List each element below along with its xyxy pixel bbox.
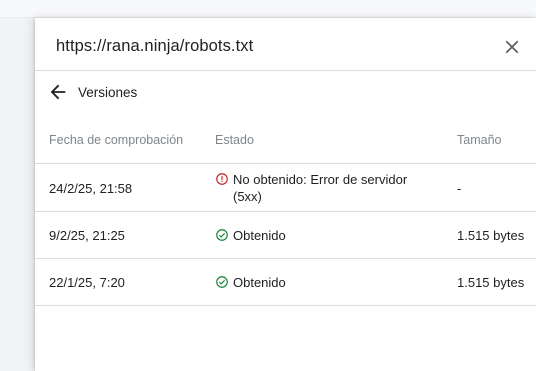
row-status-text: Obtenido [233, 228, 286, 243]
check-circle-icon [216, 276, 228, 288]
row-status-text: Obtenido [233, 275, 286, 290]
close-icon [505, 40, 519, 54]
check-circle-icon [216, 229, 228, 241]
row-date: 9/2/25, 21:25 [49, 228, 125, 243]
row-size: 1.515 bytes [457, 228, 525, 243]
background-top-bar [0, 0, 536, 18]
column-header-status[interactable]: Estado [215, 133, 254, 147]
back-button[interactable] [47, 81, 69, 103]
row-size: 1.515 bytes [457, 275, 525, 290]
panel-header: https://rana.ninja/robots.txt [35, 18, 536, 71]
versions-side-panel: https://rana.ninja/robots.txt Versiones … [35, 18, 536, 371]
table-header-row: Fecha de comprobación Estado Tamaño [35, 113, 536, 164]
column-header-date[interactable]: Fecha de comprobación [49, 133, 183, 147]
row-status: No obtenido: Error de servidor (5xx) [215, 171, 418, 205]
table-row[interactable]: 9/2/25, 21:25 Obtenido 1.515 bytes [35, 212, 536, 259]
row-status: Obtenido [215, 227, 418, 244]
error-circle-icon [216, 173, 228, 185]
table-row[interactable]: 22/1/25, 7:20 Obtenido 1.515 bytes [35, 259, 536, 306]
column-header-size[interactable]: Tamaño [457, 133, 501, 147]
close-button[interactable] [501, 36, 523, 58]
row-date: 22/1/25, 7:20 [49, 275, 125, 290]
subheader-title: Versiones [78, 85, 138, 100]
panel-title: https://rana.ninja/robots.txt [56, 37, 254, 55]
versions-subheader: Versiones [35, 71, 536, 113]
arrow-back-icon [50, 84, 66, 100]
row-status: Obtenido [215, 274, 418, 291]
table-row[interactable]: 24/2/25, 21:58 No obtenido: Error de ser… [35, 164, 536, 212]
versions-table: Fecha de comprobación Estado Tamaño 24/2… [35, 113, 536, 306]
row-size: - [457, 181, 462, 196]
row-date: 24/2/25, 21:58 [49, 181, 133, 196]
row-status-text: No obtenido: Error de servidor (5xx) [233, 172, 408, 204]
